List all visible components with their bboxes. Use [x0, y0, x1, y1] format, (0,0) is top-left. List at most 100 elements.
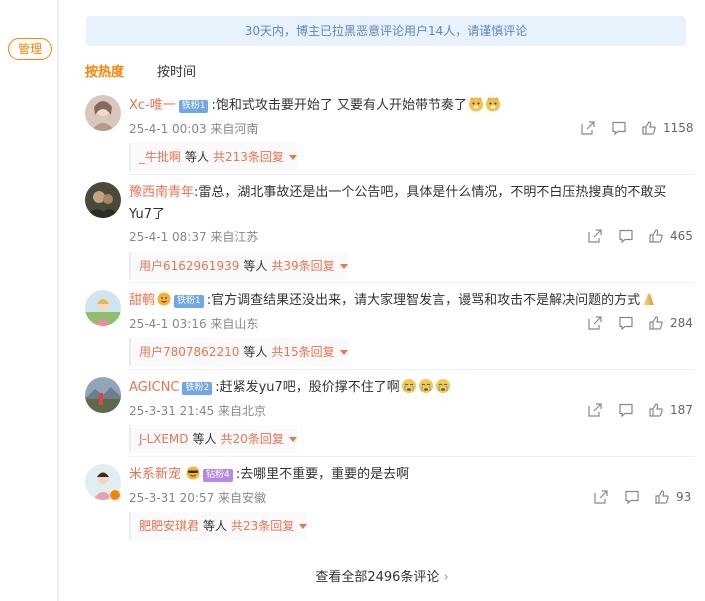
like-icon[interactable] [641, 120, 657, 136]
share-icon[interactable] [587, 228, 603, 244]
comment-username[interactable]: AGICNC [129, 380, 179, 395]
tab-sort-hot[interactable]: 按热度 [85, 61, 124, 80]
like-count: 187 [670, 403, 693, 417]
like-count: 1158 [663, 121, 694, 135]
blocked-users-notice: 30天内，博主已拉黑恶意评论用户14人，请谨慎评论 [86, 16, 686, 46]
reply-count[interactable]: 共20条回复 [221, 432, 284, 446]
like-count: 284 [670, 316, 693, 330]
chevron-down-icon[interactable] [288, 155, 297, 160]
like-icon[interactable] [648, 228, 664, 244]
like-count: 465 [670, 229, 693, 243]
comment-actions: 93 [593, 489, 695, 507]
comment-username[interactable]: 米系新宠 [129, 467, 181, 482]
chevron-down-icon[interactable] [339, 350, 348, 355]
share-icon[interactable] [587, 402, 603, 418]
manage-button[interactable]: 管理 [8, 38, 52, 60]
like-icon[interactable] [654, 489, 670, 505]
reply-summary[interactable]: 用户6162961939 等人 共39条回复 [129, 252, 348, 280]
comment-username[interactable]: 豫西南青年 [129, 185, 194, 200]
reply-count[interactable]: 共15条回复 [271, 345, 334, 359]
like-icon[interactable] [648, 315, 664, 331]
comment-content: 豫西南青年:雷总，湖北事故还是出一个公告吧，具体是什么情况，不明不白压热搜真的不… [129, 182, 689, 226]
vip-badge-icon [109, 489, 121, 501]
fan-badge: 铁粉2 [182, 382, 213, 395]
comment-actions: 1158 [580, 120, 695, 138]
avatar[interactable] [85, 377, 121, 413]
divider [129, 174, 695, 175]
fan-face-icon [157, 292, 171, 306]
like-icon[interactable] [648, 402, 664, 418]
reply-summary[interactable]: _牛批啊 等人 共213条回复 [129, 143, 297, 171]
fan-face-icon [186, 466, 200, 480]
comment-username[interactable]: 甜鹌 [129, 293, 155, 308]
chevron-right-icon[interactable]: › [443, 570, 448, 585]
reply-username[interactable]: 肥肥安琪君 [139, 519, 199, 533]
view-all-label[interactable]: 查看全部2496条评论 [315, 570, 439, 585]
comment-meta: 25-4-1 00:03 来自河南 [129, 122, 259, 136]
comment-meta: 25-4-1 08:37 来自江苏 [129, 230, 259, 244]
comment-meta: 25-3-31 20:57 来自安徽 [129, 491, 267, 505]
comment-item: 豫西南青年:雷总，湖北事故还是出一个公告吧，具体是什么情况，不明不白压热搜真的不… [85, 182, 695, 282]
comment-meta: 25-4-1 03:16 来自山东 [129, 317, 259, 331]
comment-text: :饱和式攻击要开始了 又要有人开始带节奏了 [211, 98, 467, 113]
chevron-down-icon[interactable] [339, 264, 348, 269]
reply-count[interactable]: 共23条回复 [231, 519, 294, 533]
left-column: 管理 [0, 0, 58, 601]
avatar[interactable] [85, 464, 121, 501]
pray-emoji-icon [644, 293, 655, 305]
share-icon[interactable] [580, 120, 596, 136]
reply-username[interactable]: J-LXEMD [139, 432, 189, 446]
comment-icon[interactable] [618, 402, 634, 418]
cry-emoji-icon [418, 379, 433, 393]
comment-icon[interactable] [618, 315, 634, 331]
share-icon[interactable] [587, 315, 603, 331]
reply-text: 等人 [192, 432, 217, 446]
fan-badge: 铁粉1 [178, 100, 209, 113]
comment-text: :官方调查结果还没出来，请大家理智发言，谩骂和攻击不是解决问题的方式 [206, 293, 641, 308]
fan-badge: 钻粉4 [203, 469, 233, 482]
reply-summary[interactable]: 肥肥安琪君 等人 共23条回复 [129, 512, 308, 540]
comment-icon[interactable] [618, 228, 634, 244]
like-count: 93 [676, 490, 692, 504]
comment-actions: 187 [587, 402, 695, 420]
tab-sort-time[interactable]: 按时间 [157, 61, 196, 80]
avatar[interactable] [85, 290, 121, 326]
comment-text: :去哪里不重要，重要的是去啊 [235, 467, 410, 482]
doge-emoji-icon [486, 97, 500, 112]
comment-item: Xc-唯一 铁粉1:饱和式攻击要开始了 又要有人开始带节奏了 25-4-1 00:… [85, 95, 695, 175]
reply-text: 等人 [243, 259, 268, 273]
cry-emoji-icon [401, 379, 416, 393]
comment-icon[interactable] [624, 489, 640, 505]
chevron-down-icon[interactable] [299, 524, 308, 529]
share-icon[interactable] [593, 489, 609, 505]
view-all-comments-link[interactable]: 查看全部2496条评论 › [59, 566, 705, 585]
reply-username[interactable]: 用户7807862210 [139, 345, 239, 359]
avatar[interactable] [85, 95, 121, 131]
comment-content: Xc-唯一 铁粉1:饱和式攻击要开始了 又要有人开始带节奏了 [129, 95, 689, 117]
chevron-down-icon[interactable] [288, 437, 297, 442]
comment-text: :雷总，湖北事故还是出一个公告吧，具体是什么情况，不明不白压热搜真的不敢买Yu7… [129, 185, 667, 222]
avatar[interactable] [85, 182, 121, 218]
comment-item: AGICNC 铁粉2:赶紧发yu7吧，股价撑不住了啊 25-3-31 21:45 … [85, 377, 695, 457]
divider [129, 456, 695, 457]
reply-summary[interactable]: 用户7807862210 等人 共15条回复 [129, 338, 348, 366]
comment-item: 米系新宠 钻粉4:去哪里不重要，重要的是去啊 25-3-31 20:57 来自安徽… [85, 464, 695, 544]
comment-username[interactable]: Xc-唯一 [129, 98, 176, 113]
reply-summary[interactable]: J-LXEMD 等人 共20条回复 [129, 425, 297, 453]
comments-panel: 30天内，博主已拉黑恶意评论用户14人，请谨慎评论 按热度 按时间 Xc-唯一铁… [59, 0, 705, 601]
reply-count[interactable]: 共39条回复 [271, 259, 334, 273]
comment-content: 米系新宠 钻粉4:去哪里不重要，重要的是去啊 [129, 464, 689, 486]
comment-content: AGICNC 铁粉2:赶紧发yu7吧，股价撑不住了啊 [129, 377, 689, 399]
reply-text: 等人 [203, 519, 228, 533]
reply-count[interactable]: 共213条回复 [213, 150, 284, 164]
reply-username[interactable]: 用户6162961939 [139, 259, 239, 273]
reply-username[interactable]: _牛批啊 [139, 150, 181, 164]
comment-item: 甜鹌 铁粉1:官方调查结果还没出来，请大家理智发言，谩骂和攻击不是解决问题的方式 … [85, 290, 695, 370]
divider [129, 282, 695, 283]
cry-emoji-icon [435, 379, 450, 393]
fan-badge: 铁粉1 [174, 295, 204, 308]
comment-meta: 25-3-31 21:45 来自北京 [129, 404, 267, 418]
comment-content: 甜鹌 铁粉1:官方调查结果还没出来，请大家理智发言，谩骂和攻击不是解决问题的方式 [129, 290, 689, 312]
comment-icon[interactable] [611, 120, 627, 136]
comment-actions: 465 [587, 228, 695, 246]
